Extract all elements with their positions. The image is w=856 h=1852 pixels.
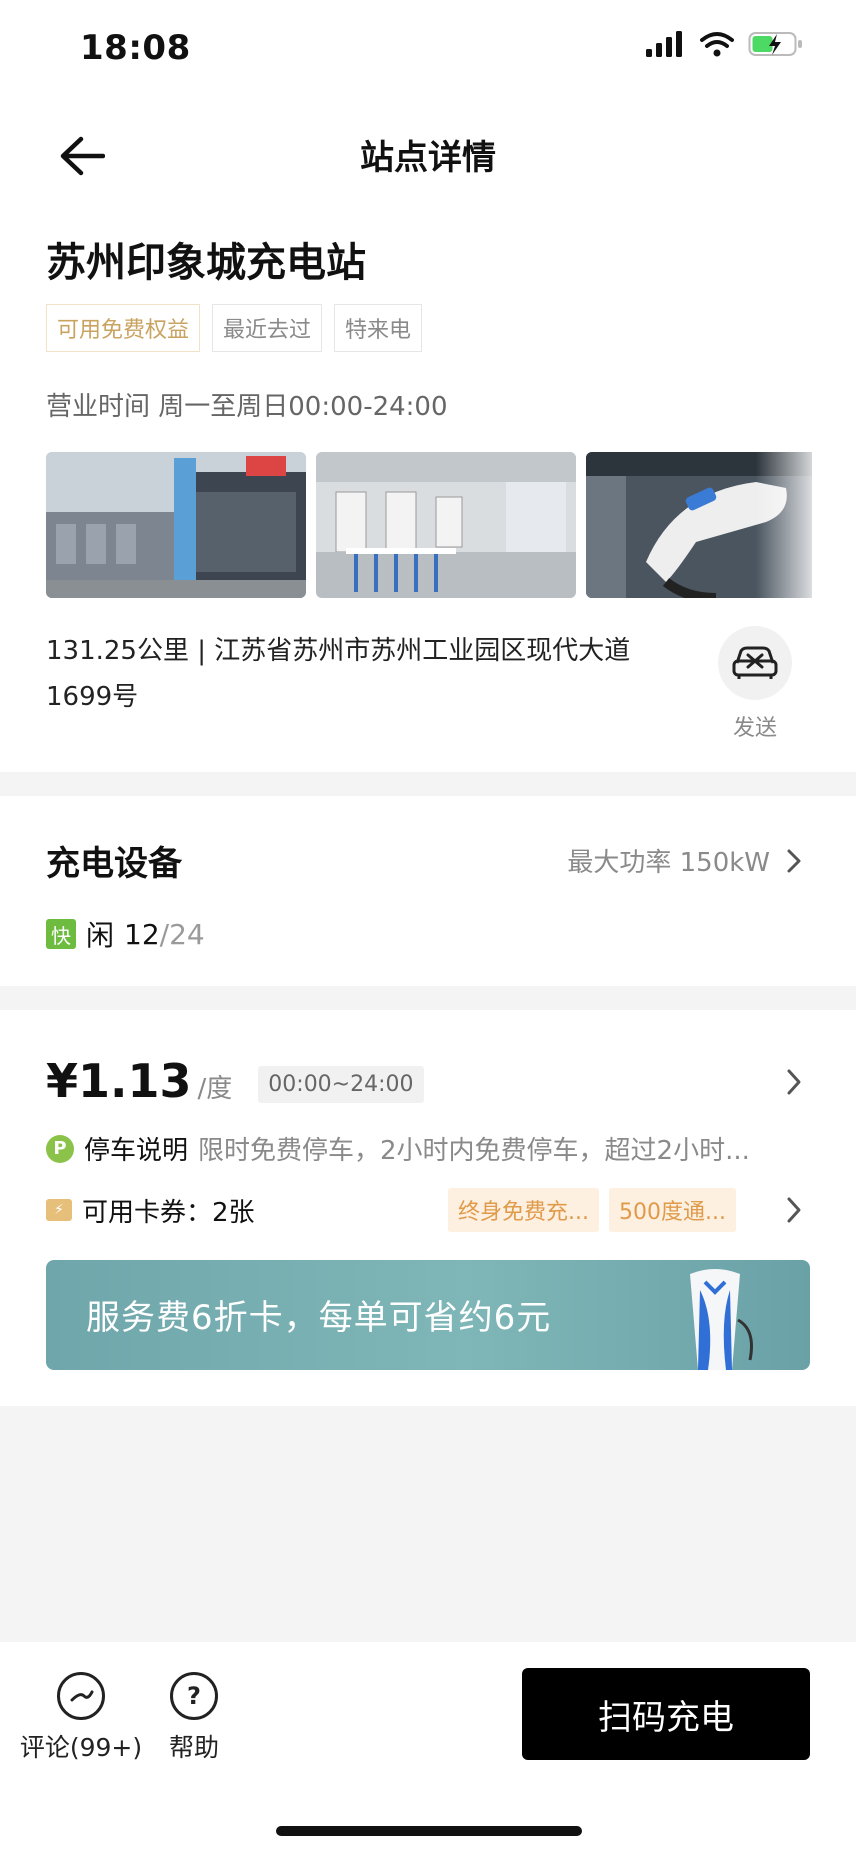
photo-gallery[interactable] [46,452,812,598]
comments-button[interactable]: 评论(99+) [18,1672,144,1764]
parking-title: 停车说明 [84,1136,189,1166]
idle-label: 闲 [86,919,115,952]
wifi-icon [700,32,734,57]
tag-operator: 特来电 [334,304,423,352]
price-unit: /度 [197,1074,233,1104]
max-power-link[interactable]: 最大功率 150kW [567,842,802,879]
station-detail-page: 18:08 站点详情 苏州印象城充电站 可用免费权益 最近去过 特来电 营业时间… [0,0,856,1852]
status-bar: 18:08 [0,0,856,98]
comment-bubble-icon [57,1672,105,1720]
station-tags: 可用免费权益 最近去过 特来电 [46,304,423,352]
chevron-right-icon [787,849,801,872]
price-detail-button[interactable] [786,1068,802,1100]
banner-text: 服务费6折卡，每单可省约6元 [86,1298,552,1338]
home-indicator [276,1826,582,1836]
chevron-right-icon [787,1197,801,1223]
coupons-row[interactable]: ⚡ 可用卡券：2张 终身免费充... 500度通... [46,1188,802,1232]
coupon-tags: 终身免费充... 500度通... [448,1188,802,1232]
send-to-car-button[interactable]: 发送 [718,626,792,742]
station-photo-charger[interactable] [586,452,812,598]
total-count: /24 [159,917,205,951]
scan-to-charge-button[interactable]: 扫码充电 [522,1668,810,1760]
coupon-tag: 500度通... [609,1188,736,1232]
page-title: 站点详情 [360,138,496,178]
signal-icon [646,31,682,57]
fast-charge-badge: 快 [46,919,76,949]
station-photo-mall[interactable] [46,452,306,598]
nav-bar: 站点详情 [0,98,856,208]
station-name: 苏州印象城充电站 [46,240,366,286]
price-time-range: 00:00~24:00 [258,1066,424,1103]
status-time: 18:08 [80,28,191,68]
price-row[interactable]: ¥1.13 /度 00:00~24:00 [46,1054,424,1109]
status-icons [646,30,804,58]
help-label: 帮助 [168,1733,219,1762]
bottom-action-bar: 评论(99+) ? 帮助 扫码充电 [0,1642,856,1852]
pricing-section: ¥1.13 /度 00:00~24:00 P 停车说明 限时免费停车，2小时内免… [0,1010,856,1406]
max-power-text: 最大功率 150kW [567,848,770,878]
equipment-title: 充电设备 [46,844,182,884]
station-info-card: 苏州印象城充电站 可用免费权益 最近去过 特来电 营业时间 周一至周日00:00… [0,208,856,772]
parking-detail: 限时免费停车，2小时内免费停车，超过2小时... [198,1136,750,1166]
coupon-title: 可用卡券：2张 [82,1197,255,1228]
tag-free-benefit: 可用免费权益 [46,304,201,352]
charging-equipment-section[interactable]: 充电设备 最大功率 150kW 快 闲 12/24 [0,796,856,986]
station-address: 131.25公里 | 江苏省苏州市苏州工业园区现代大道1699号 [46,636,631,712]
coupon-icon: ⚡ [46,1199,72,1221]
price-value: ¥1.13 [46,1054,192,1108]
help-button[interactable]: ? 帮助 [166,1672,222,1764]
car-icon [732,646,778,679]
tag-recently-visited: 最近去过 [212,304,323,352]
comments-label: 评论(99+) [19,1733,143,1762]
send-label: 发送 [732,716,777,741]
send-circle[interactable] [718,626,792,700]
help-icon: ? [170,1672,218,1720]
charger-illustration-icon [690,1269,753,1370]
business-hours: 营业时间 周一至周日00:00-24:00 [46,392,448,422]
promo-banner[interactable]: 服务费6折卡，每单可省约6元 [46,1260,810,1370]
idle-count: 12 [124,917,160,951]
parking-info[interactable]: P 停车说明 限时免费停车，2小时内免费停车，超过2小时... [46,1130,802,1167]
coupon-tag: 终身免费充... [448,1188,600,1232]
charger-availability: 快 闲 12/24 [46,914,205,954]
chevron-right-icon [787,1069,801,1095]
station-photo-charging-area[interactable] [316,452,576,598]
parking-icon: P [46,1134,74,1163]
battery-charging-icon [748,32,802,56]
